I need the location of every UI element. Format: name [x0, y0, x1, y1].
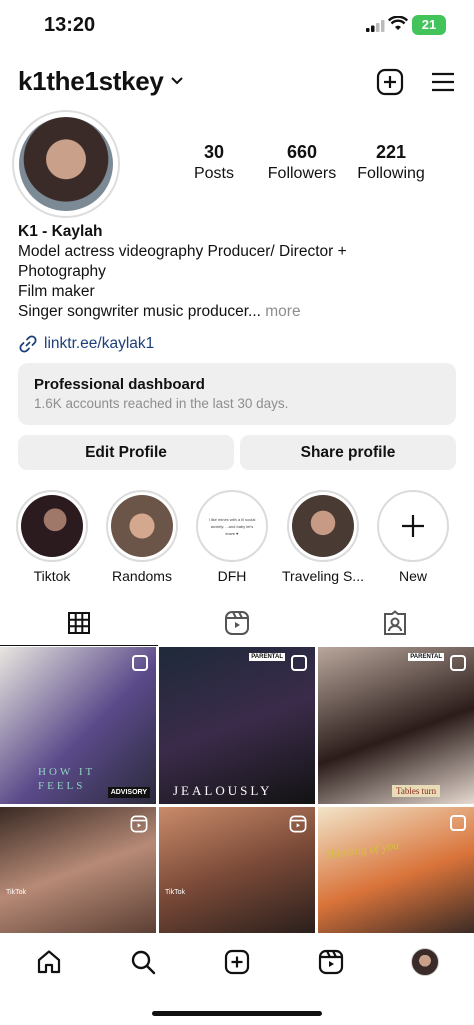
following-label: Following: [357, 165, 425, 182]
chevron-down-icon[interactable]: [170, 76, 184, 86]
dashboard-subtitle: 1.6K accounts reached in the last 30 day…: [34, 396, 289, 411]
highlight-traveling[interactable]: Traveling S...: [278, 490, 368, 584]
link-icon: [19, 335, 37, 353]
following-count: 221: [375, 142, 407, 162]
more-link[interactable]: more: [265, 303, 300, 320]
create-post-icon[interactable]: [376, 68, 404, 96]
search-icon: [131, 950, 156, 975]
nav-reels[interactable]: [316, 947, 346, 977]
signal-icon: [366, 20, 385, 32]
post-overlay-text: Tables turn: [392, 785, 441, 797]
tagged-icon: [384, 610, 406, 635]
highlight-image: [292, 495, 354, 557]
bottom-navigation: [0, 933, 474, 993]
nav-profile[interactable]: [410, 947, 440, 977]
post-badge: PARENTAL: [249, 653, 285, 661]
highlight-randoms[interactable]: Randoms: [97, 490, 187, 584]
post-badge: ADVISORY: [107, 787, 150, 798]
post-overlay-text: JEALOUSLY: [173, 783, 273, 798]
professional-dashboard[interactable]: Professional dashboard 1.6K accounts rea…: [18, 363, 456, 425]
highlight-label: Tiktok: [33, 568, 71, 584]
nav-create[interactable]: [222, 947, 252, 977]
posts-stat[interactable]: 30 Posts: [183, 142, 245, 183]
followers-count: 660: [286, 142, 318, 162]
post-overlay-text: TikTok: [165, 889, 185, 896]
post-overlay-text: HOW IT FEELS: [38, 766, 96, 792]
plus-icon: [402, 515, 424, 537]
post-thumbnail[interactable]: Tables turn PARENTAL: [318, 647, 474, 804]
wifi-icon: [388, 16, 408, 30]
multi-post-icon: [132, 655, 148, 671]
create-icon: [224, 949, 250, 975]
avatar: [411, 948, 439, 976]
tab-posts[interactable]: [0, 600, 158, 646]
bio: K1 - Kaylah Model actress videography Pr…: [18, 222, 458, 322]
posts-count: 30: [203, 142, 225, 162]
followers-label: Followers: [267, 165, 337, 182]
edit-profile-button[interactable]: Edit Profile: [18, 435, 234, 470]
display-name: K1 - Kaylah: [18, 223, 103, 240]
profile-avatar[interactable]: [12, 110, 120, 218]
profile-tabs: [0, 600, 474, 646]
reels-icon: [318, 949, 344, 975]
post-badge: PARENTAL: [408, 653, 444, 661]
tab-reels[interactable]: [158, 600, 316, 646]
profile-header: k1the1stkey: [0, 62, 474, 102]
status-time: 13:20: [44, 14, 96, 36]
highlight-card-text: I like mines with a lil social anxiety. …: [208, 516, 256, 536]
multi-post-icon: [450, 815, 466, 831]
battery-indicator: 21: [412, 15, 446, 35]
highlight-image: I like mines with a lil social anxiety. …: [201, 495, 263, 557]
grid-icon: [68, 611, 90, 634]
highlight-label: Randoms: [112, 568, 172, 584]
highlight-dfh[interactable]: I like mines with a lil social anxiety. …: [187, 490, 277, 584]
bio-line: Model actress videography Producer/ Dire…: [18, 243, 347, 260]
highlight-label: DFH: [217, 568, 247, 584]
bio-line-last: Singer songwriter music producer... more: [18, 302, 458, 322]
tab-tagged[interactable]: [316, 600, 474, 646]
bio-line: Photography: [18, 263, 106, 280]
post-overlay-text: TikTok: [6, 889, 26, 896]
bio-line: Singer songwriter music producer...: [18, 303, 261, 320]
bio-line: Film maker: [18, 283, 95, 300]
posts-label: Posts: [193, 165, 234, 182]
highlight-tiktok[interactable]: Tiktok: [7, 490, 97, 584]
post-thumbnail[interactable]: JEALOUSLY PARENTAL: [159, 647, 315, 804]
highlight-label: Traveling S...: [282, 568, 364, 584]
reels-icon: [225, 611, 249, 635]
nav-home[interactable]: [34, 947, 64, 977]
menu-icon[interactable]: [430, 70, 456, 94]
home-indicator[interactable]: [152, 1011, 322, 1016]
share-profile-button[interactable]: Share profile: [240, 435, 456, 470]
highlight-image: [21, 495, 83, 557]
multi-post-icon: [291, 655, 307, 671]
nav-search[interactable]: [128, 947, 158, 977]
following-stat[interactable]: 221 Following: [355, 142, 427, 183]
profile-link[interactable]: linktr.ee/kaylak1: [18, 334, 154, 354]
reels-icon: [130, 815, 148, 833]
post-overlay-text: Thinking of you: [323, 837, 400, 863]
post-thumbnail[interactable]: TikTok: [0, 807, 156, 933]
post-thumbnail[interactable]: HOW IT FEELS ADVISORY: [0, 647, 156, 804]
multi-post-icon: [450, 655, 466, 671]
reels-icon: [289, 815, 307, 833]
post-thumbnail[interactable]: Thinking of you: [318, 807, 474, 933]
highlight-new[interactable]: New: [368, 490, 458, 584]
avatar-image: [19, 117, 113, 211]
dashboard-title: Professional dashboard: [34, 376, 205, 393]
link-text: linktr.ee/kaylak1: [44, 335, 155, 352]
home-icon: [37, 950, 61, 974]
post-thumbnail[interactable]: TikTok: [159, 807, 315, 933]
highlight-image: [111, 495, 173, 557]
highlight-label: New: [398, 568, 427, 584]
status-bar: 13:20 21: [0, 0, 474, 50]
followers-stat[interactable]: 660 Followers: [264, 142, 340, 183]
username[interactable]: k1the1stkey: [18, 66, 164, 97]
posts-grid: HOW IT FEELS ADVISORY JEALOUSLY PARENTAL…: [0, 647, 474, 933]
